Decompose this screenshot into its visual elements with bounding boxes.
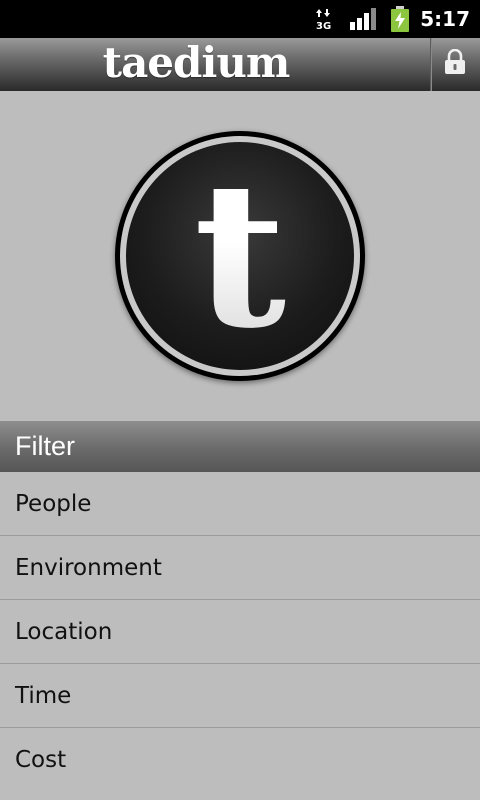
filter-item-label: Time xyxy=(15,683,72,709)
battery-charging-icon xyxy=(391,6,409,32)
lock-button[interactable] xyxy=(432,38,480,91)
lock-icon xyxy=(445,49,465,74)
status-bar: 3G 5:17 xyxy=(0,0,480,38)
title-divider xyxy=(430,38,431,91)
status-clock: 5:17 xyxy=(420,7,470,31)
filter-list: People Environment Location Time Cost xyxy=(0,472,480,791)
app-screen: 3G 5:17 taedium t Filter People Environm… xyxy=(0,0,480,800)
signal-strength-icon xyxy=(350,8,376,30)
title-bar: taedium xyxy=(0,38,480,91)
filter-item-label: Environment xyxy=(15,555,162,581)
svg-text:3G: 3G xyxy=(316,21,331,30)
filter-item-people[interactable]: People xyxy=(0,472,480,536)
logo-letter: t xyxy=(115,131,365,381)
filter-title: Filter xyxy=(15,431,75,461)
filter-item-location[interactable]: Location xyxy=(0,600,480,664)
filter-header: Filter xyxy=(0,421,480,472)
filter-item-label: Location xyxy=(15,619,113,645)
filter-item-label: Cost xyxy=(15,747,67,773)
filter-item-time[interactable]: Time xyxy=(0,664,480,728)
app-logo: t xyxy=(115,131,365,381)
app-title: taedium xyxy=(102,38,291,87)
filter-item-label: People xyxy=(15,491,92,517)
data-3g-icon: 3G xyxy=(316,8,334,32)
filter-item-cost[interactable]: Cost xyxy=(0,728,480,791)
filter-item-environment[interactable]: Environment xyxy=(0,536,480,600)
